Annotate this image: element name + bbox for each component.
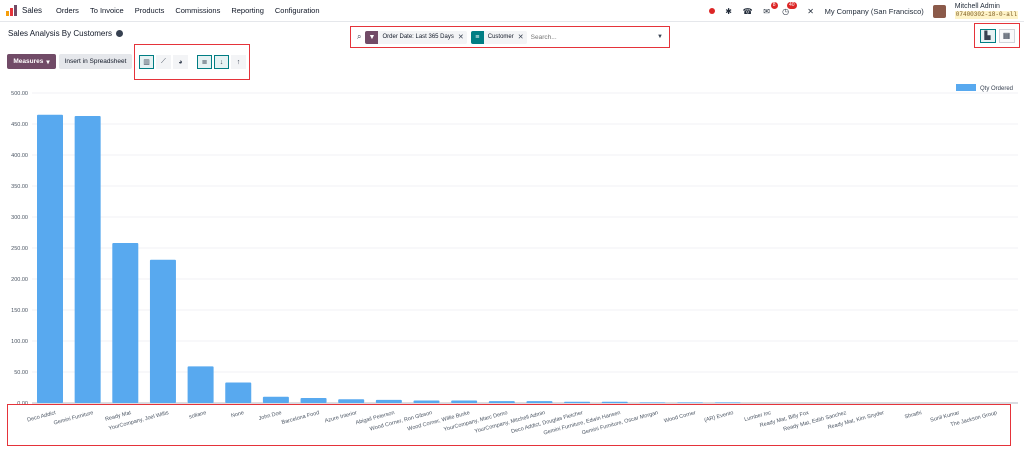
remove-facet-icon[interactable]: ✕ <box>518 33 527 41</box>
sort-ascending-button[interactable]: ↑ <box>231 55 246 69</box>
bar <box>451 400 478 403</box>
bar <box>338 399 365 403</box>
x-tick-label: Wood Corner <box>664 410 697 424</box>
bar <box>601 401 628 403</box>
systray: ✱ ☎ ✉ 8 ◷ 40 ✕ My Company (San Francisco) … <box>708 0 1024 22</box>
x-tick-label: sofiane <box>188 410 207 420</box>
bar-chart-button[interactable]: ▥ <box>139 55 154 69</box>
control-panel: Sales Analysis By Customers ⌕ ▼ Order Da… <box>0 22 1024 84</box>
y-tick-label: 100.00 <box>11 339 28 345</box>
y-tick-label: 0.00 <box>17 401 28 407</box>
x-tick-label: None <box>231 410 245 419</box>
recording-dot-icon[interactable] <box>708 8 715 14</box>
y-tick-label: 300.00 <box>11 215 28 221</box>
tools-icon[interactable]: ✕ <box>806 6 816 16</box>
bar <box>149 259 176 403</box>
search-facet-filter[interactable]: ▼ Order Date: Last 365 Days ✕ <box>365 30 467 44</box>
bar <box>714 402 741 403</box>
search-icon[interactable]: ⌕ <box>357 32 361 42</box>
app-name[interactable]: Sales <box>22 6 42 15</box>
pivot-view-button[interactable]: ▦ <box>998 28 1015 43</box>
y-tick-label: 400.00 <box>11 153 28 159</box>
bar <box>74 115 101 403</box>
bar <box>375 399 402 403</box>
caret-down-icon: ▾ <box>46 58 50 66</box>
line-chart-button[interactable]: ⟋ <box>156 55 171 69</box>
menu-item-commissions[interactable]: Commissions <box>175 6 220 15</box>
measures-label: Measures <box>13 58 44 65</box>
stacked-button[interactable]: ≣ <box>197 55 212 69</box>
x-tick-label: Shrathi <box>904 410 922 420</box>
bar <box>112 243 139 403</box>
bar <box>37 114 63 403</box>
menu-item-reporting[interactable]: Reporting <box>231 6 264 15</box>
y-tick-label: 450.00 <box>11 122 28 128</box>
legend-swatch <box>956 84 976 91</box>
user-name: Mitchell Admin <box>954 3 1000 10</box>
phone-icon[interactable]: ☎ <box>743 6 753 16</box>
bar <box>526 401 553 403</box>
search-facet-groupby[interactable]: ≡ Customer ✕ <box>470 30 527 44</box>
bar <box>564 401 591 403</box>
x-tick-label: Barcelona Food <box>281 410 320 426</box>
x-tick-label: John Doe <box>258 410 282 422</box>
chat-icon[interactable]: ✉ 8 <box>762 2 778 16</box>
bug-icon[interactable]: ✱ <box>724 6 734 16</box>
measures-button[interactable]: Measures ▾ <box>7 54 56 69</box>
database-name: 07400302-18-0-all <box>954 11 1018 19</box>
graph-toolbar: ▥ ⟋ ◕ ≣ ↓ ↑ <box>134 44 250 80</box>
search-panel: ⌕ ▼ Order Date: Last 365 Days ✕ ≡ Custom… <box>350 26 670 48</box>
y-tick-label: 500.00 <box>11 91 28 97</box>
facet-label: Customer <box>487 34 514 40</box>
y-tick-label: 150.00 <box>11 308 28 314</box>
breadcrumb: Sales Analysis By Customers <box>8 29 124 38</box>
search-dropdown-toggle-icon[interactable]: ▼ <box>657 34 663 40</box>
page-title: Sales Analysis By Customers <box>8 29 113 38</box>
top-navbar: Sales Orders To Invoice Products Commiss… <box>0 0 1024 22</box>
group-by-icon: ≡ <box>470 30 484 44</box>
activity-clock-icon[interactable]: ◷ 40 <box>781 2 797 16</box>
bar <box>413 400 440 403</box>
insert-in-spreadsheet-button[interactable]: Insert in Spreadsheet <box>59 54 132 69</box>
sort-descending-button[interactable]: ↓ <box>214 55 229 69</box>
main-menu: Orders To Invoice Products Commissions R… <box>56 6 319 15</box>
y-tick-label: 200.00 <box>11 277 28 283</box>
bar <box>639 402 666 403</box>
company-switcher[interactable]: My Company (San Francisco) <box>825 7 924 16</box>
bar <box>300 398 327 403</box>
y-tick-label: 350.00 <box>11 184 28 190</box>
bar <box>677 402 704 403</box>
chart-area: 500.00 450.00 400.00 350.00 300.00 250.00 200.… <box>0 84 1024 448</box>
bar <box>262 396 289 403</box>
filter-icon: ▼ <box>365 30 379 44</box>
y-tick-label: 50.00 <box>14 370 28 376</box>
y-tick-label: 250.00 <box>11 246 28 252</box>
sales-app-icon[interactable] <box>6 5 17 16</box>
activity-badge: 40 <box>787 2 797 9</box>
bar <box>488 401 515 403</box>
user-menu[interactable]: Mitchell Admin 07400302-18-0-all <box>954 3 1018 19</box>
graph-view-button[interactable]: ▙ <box>979 28 996 43</box>
view-switcher: ▙ ▦ <box>974 23 1020 48</box>
chat-badge: 8 <box>770 2 778 9</box>
x-tick-label: (AR) Evento <box>704 410 735 424</box>
facet-label: Order Date: Last 365 Days <box>382 34 454 40</box>
menu-item-configuration[interactable]: Configuration <box>275 6 320 15</box>
x-tick-label: Gemini Furniture <box>53 410 94 426</box>
avatar[interactable] <box>932 4 946 18</box>
menu-item-orders[interactable]: Orders <box>56 6 79 15</box>
gear-icon[interactable] <box>116 30 124 37</box>
remove-facet-icon[interactable]: ✕ <box>458 33 467 41</box>
menu-item-products[interactable]: Products <box>135 6 165 15</box>
bar <box>187 366 214 403</box>
search-input[interactable] <box>530 33 654 41</box>
bar <box>225 382 252 403</box>
bar-chart: 500.00 450.00 400.00 350.00 300.00 250.00 200.… <box>11 84 1018 437</box>
legend-label: Qty Ordered <box>980 86 1013 92</box>
menu-item-to-invoice[interactable]: To Invoice <box>90 6 124 15</box>
x-tick-label: Azure Interior <box>324 410 358 424</box>
pie-chart-button[interactable]: ◕ <box>173 55 188 69</box>
